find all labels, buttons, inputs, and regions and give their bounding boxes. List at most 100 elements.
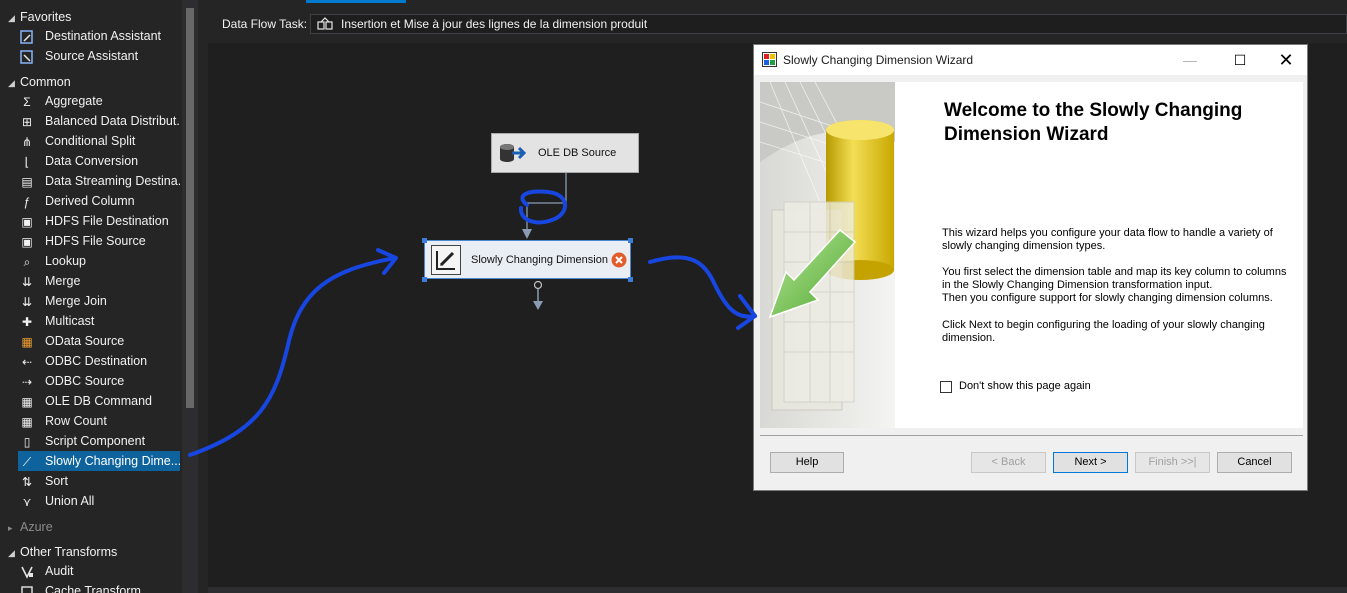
dont-show-again-checkbox[interactable] (940, 381, 952, 393)
data-flow-task-name: Insertion et Mise à jour des lignes de l… (341, 17, 648, 31)
horizontal-scrollbar[interactable] (208, 587, 1347, 593)
toolbox-item-slowly-changing-dimension[interactable]: ⟋ Slowly Changing Dime... (18, 451, 180, 471)
wizard-heading: Welcome to the Slowly Changing Dimension… (944, 100, 1243, 145)
merge-icon: ⇊ (21, 274, 33, 289)
wizard-app-icon (762, 52, 777, 67)
conditional-split-icon: ⋔ (21, 134, 33, 149)
derived-column-icon: ƒ (23, 194, 31, 209)
toolbox-item-data-conversion[interactable]: ⌊ Data Conversion (18, 151, 180, 171)
dont-show-again-label[interactable]: Don't show this page again (959, 380, 1091, 392)
toolbox-item-aggregate[interactable]: Σ Aggregate (18, 91, 180, 111)
toolbox-item-odbc-source[interactable]: ⇢ ODBC Source (18, 371, 180, 391)
odata-source-icon: ▦ (21, 334, 33, 349)
toolbox-item-cache-transform[interactable]: Cache Transform (18, 581, 180, 593)
wizard-illustration (760, 82, 895, 428)
toolbox-item-ole-db-command[interactable]: ▦ OLE DB Command (18, 391, 180, 411)
data-streaming-destination-icon: ▤ (21, 174, 33, 189)
data-flow-task-selector[interactable]: Insertion et Mise à jour des lignes de l… (310, 14, 1347, 34)
selection-handle[interactable] (628, 277, 633, 282)
data-flow-task-icon (317, 17, 333, 31)
back-button[interactable]: < Back (971, 452, 1046, 473)
ole-db-source-icon (500, 144, 526, 162)
wizard-next-instructions: Click Next to begin configuring the load… (942, 319, 1265, 344)
ssis-toolbox: ◢ Favorites Destination Assistant Source … (0, 0, 182, 593)
error-icon[interactable] (611, 252, 627, 268)
maximize-icon[interactable]: ☐ (1226, 50, 1254, 70)
audit-icon (18, 564, 36, 580)
toolbox-scrollbar-thumb[interactable] (186, 8, 194, 408)
script-component-icon: ▯ (23, 434, 31, 449)
toolbox-item-lookup[interactable]: ⌕ Lookup (18, 251, 180, 271)
minimize-icon[interactable]: — (1176, 50, 1204, 70)
active-tab-indicator (306, 0, 406, 3)
help-button[interactable]: Help (770, 452, 844, 473)
finish-button[interactable]: Finish >>| (1135, 452, 1210, 473)
toolbox-item-row-count[interactable]: ▦ Row Count (18, 411, 180, 431)
toolbox-item-balanced-data-distributor[interactable]: ⊞ Balanced Data Distribut... (18, 111, 180, 131)
close-icon[interactable]: ✕ (1272, 50, 1300, 70)
destination-assistant-icon (18, 29, 36, 45)
ole-db-source-component[interactable]: OLE DB Source (491, 133, 639, 173)
toolbox-item-destination-assistant[interactable]: Destination Assistant (18, 26, 180, 46)
selection-handle[interactable] (628, 238, 633, 243)
ole-db-command-icon: ▦ (21, 394, 33, 409)
toolbox-item-data-streaming-destination[interactable]: ▤ Data Streaming Destina... (18, 171, 180, 191)
toolbox-item-source-assistant[interactable]: Source Assistant (18, 46, 180, 66)
selection-handle[interactable] (422, 277, 427, 282)
wizard-separator (760, 435, 1303, 436)
toolbox-item-union-all[interactable]: ⋎ Union All (18, 491, 180, 511)
data-path-connector[interactable] (515, 173, 575, 241)
expand-triangle-icon: ◢ (8, 548, 15, 558)
selection-handle[interactable] (422, 238, 427, 243)
ole-db-source-label: OLE DB Source (538, 147, 617, 159)
toolbox-item-merge-join[interactable]: ⇊ Merge Join (18, 291, 180, 311)
balanced-data-distributor-icon: ⊞ (21, 114, 33, 129)
sort-icon: ⇅ (21, 474, 33, 489)
toolbox-item-merge[interactable]: ⇊ Merge (18, 271, 180, 291)
union-all-icon: ⋎ (22, 494, 32, 509)
cache-transform-icon (18, 584, 36, 593)
merge-join-icon: ⇊ (21, 294, 33, 309)
odbc-destination-icon: ⇠ (21, 354, 33, 369)
expand-triangle-icon: ◢ (8, 13, 15, 23)
wizard-titlebar[interactable]: Slowly Changing Dimension Wizard — ☐ ✕ (754, 45, 1307, 75)
toolbox-item-sort[interactable]: ⇅ Sort (18, 471, 180, 491)
hdfs-file-source-icon: ▣ (21, 234, 33, 249)
lookup-icon: ⌕ (23, 254, 31, 269)
slowly-changing-dimension-icon: ⟋ (22, 454, 32, 469)
group-azure[interactable]: ▸ Azure (0, 517, 53, 537)
toolbox-item-odbc-destination[interactable]: ⇠ ODBC Destination (18, 351, 180, 371)
multicast-icon: ✚ (21, 314, 33, 329)
scd-wizard-dialog: Slowly Changing Dimension Wizard — ☐ ✕ W… (753, 44, 1308, 491)
hdfs-file-destination-icon: ▣ (21, 214, 33, 229)
source-assistant-icon (18, 49, 36, 65)
group-favorites[interactable]: ◢ Favorites (0, 7, 71, 27)
expand-triangle-icon: ◢ (8, 78, 15, 88)
toolbox-item-multicast[interactable]: ✚ Multicast (18, 311, 180, 331)
toolbox-item-audit[interactable]: Audit (18, 561, 180, 581)
slowly-changing-dimension-component[interactable]: Slowly Changing Dimension (424, 240, 631, 279)
data-conversion-icon: ⌊ (24, 154, 30, 169)
output-path-arrow[interactable] (530, 279, 546, 313)
toolbox-item-hdfs-file-source[interactable]: ▣ HDFS File Source (18, 231, 180, 251)
group-common[interactable]: ◢ Common (0, 72, 71, 92)
aggregate-icon: Σ (23, 94, 31, 109)
row-count-icon: ▦ (21, 414, 33, 429)
wizard-steps-text: You first select the dimension table and… (942, 266, 1287, 304)
toolbox-item-derived-column[interactable]: ƒ Derived Column (18, 191, 180, 211)
wizard-intro-text: This wizard helps you configure your dat… (942, 227, 1273, 252)
next-button[interactable]: Next > (1053, 452, 1128, 473)
group-other-transforms[interactable]: ◢ Other Transforms (0, 542, 117, 562)
data-flow-task-label: Data Flow Task: (222, 17, 308, 31)
toolbox-item-hdfs-file-destination[interactable]: ▣ HDFS File Destination (18, 211, 180, 231)
toolbox-item-script-component[interactable]: ▯ Script Component (18, 431, 180, 451)
wizard-content: Welcome to the Slowly Changing Dimension… (760, 82, 1303, 428)
toolbox-item-odata-source[interactable]: ▦ OData Source (18, 331, 180, 351)
data-flow-task-header: Data Flow Task: Insertion et Mise à jour… (208, 10, 1347, 40)
slowly-changing-dimension-icon (431, 245, 461, 275)
slowly-changing-dimension-label: Slowly Changing Dimension (471, 254, 608, 266)
toolbox-item-conditional-split[interactable]: ⋔ Conditional Split (18, 131, 180, 151)
wizard-title: Slowly Changing Dimension Wizard (783, 53, 974, 67)
odbc-source-icon: ⇢ (21, 374, 33, 389)
cancel-button[interactable]: Cancel (1217, 452, 1292, 473)
